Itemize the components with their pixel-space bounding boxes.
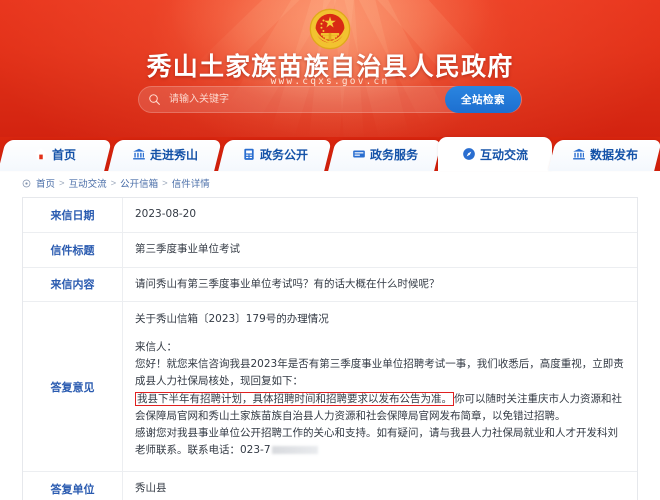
nav-item-4[interactable]: 政务服务 xyxy=(328,137,442,171)
highlighted-text: 我县下半年有招聘计划，具体招聘时间和招聘要求以发布公告为准。 xyxy=(135,392,454,406)
row-label-letter-content: 来信内容 xyxy=(23,267,123,302)
row-label-letter-title: 信件标题 xyxy=(23,232,123,267)
contact-phone-prefix: 023-7 xyxy=(240,444,271,456)
site-search-button[interactable]: 全站检索 xyxy=(445,86,521,113)
nav-item-label: 走进秀山 xyxy=(149,147,198,162)
nav-item-content: 政务公开 xyxy=(242,146,308,163)
breadcrumb-item-1[interactable]: 首页 xyxy=(36,176,55,190)
row-value-letter-content: 请问秀山有第三季度事业单位考试吗？有的话大概在什么时候呢？ xyxy=(135,277,440,290)
breadcrumb: 首页 > 互动交流 > 公开信箱 > 信件详情 xyxy=(22,176,210,190)
table-row: 来信日期 2023-08-20 xyxy=(23,198,637,233)
reply-closing: 感谢您对我县事业单位公开招聘工作的关心和支持。如有疑问，请与我县人力社保局就业和… xyxy=(135,425,625,459)
row-label-reply-opinion: 答复意见 xyxy=(23,302,123,471)
nav-item-6[interactable]: 数据发布 xyxy=(548,137,660,171)
reply-highlighted-paragraph: 我县下半年有招聘计划，具体招聘时间和招聘要求以发布公告为准。 你可以随时关注重庆市… xyxy=(135,391,625,425)
page-root: 秀山土家族苗族自治县人民政府 www.cqxs.gov.cn 全站检索 首页 走进… xyxy=(0,0,660,500)
table-row: 信件标题 第三季度事业单位考试 xyxy=(23,232,637,268)
nav-item-label: 政务服务 xyxy=(369,147,418,162)
search-input[interactable] xyxy=(169,87,445,112)
china-national-emblem-icon xyxy=(309,8,351,50)
nav-item-3[interactable]: 政务公开 xyxy=(218,137,332,171)
nav-item-label: 政务公开 xyxy=(259,147,308,162)
nav-item-content: 互动交流 xyxy=(462,146,528,163)
table-row-reply: 答复意见 关于秀山信箱〔2023〕179号的办理情况 来信人： 您好！就您来信咨… xyxy=(23,302,637,472)
compass-icon xyxy=(462,147,476,161)
nav-item-label: 数据发布 xyxy=(589,147,638,162)
row-value-reply-opinion: 关于秀山信箱〔2023〕179号的办理情况 来信人： 您好！就您来信咨询我县20… xyxy=(123,302,637,471)
nav-item-label: 互动交流 xyxy=(479,147,528,162)
service-window-icon xyxy=(352,147,366,161)
bank-icon xyxy=(132,147,146,161)
search-bar[interactable]: 全站检索 xyxy=(138,86,522,113)
nav-item-content: 数据发布 xyxy=(572,146,638,163)
row-value-letter-title: 第三季度事业单位考试 xyxy=(135,242,240,255)
nav-item-1[interactable]: 首页 xyxy=(0,137,112,171)
nav-item-content: 首页 xyxy=(34,146,76,163)
row-label-letter-date: 来信日期 xyxy=(23,198,123,232)
row-label-reply-unit: 答复单位 xyxy=(23,472,123,500)
main-navigation: 首页 走进秀山 政务公开 政务服务 互动交流 数据发布 xyxy=(0,137,660,171)
table-row: 来信内容 请问秀山有第三季度事业单位考试吗？有的话大概在什么时候呢？ xyxy=(23,267,637,303)
site-header-banner: 秀山土家族苗族自治县人民政府 www.cqxs.gov.cn 全站检索 xyxy=(0,0,660,137)
breadcrumb-item-4: 信件详情 xyxy=(171,179,210,190)
row-value-letter-date: 2023-08-20 xyxy=(135,208,197,220)
location-icon xyxy=(22,179,31,188)
breadcrumb-item-3[interactable]: 公开信箱 xyxy=(120,176,158,190)
nav-item-content: 政务服务 xyxy=(352,146,418,163)
search-icon xyxy=(139,93,169,106)
breadcrumb-separator: > xyxy=(162,177,168,189)
home-icon xyxy=(34,147,48,161)
breadcrumb-separator: > xyxy=(110,177,117,189)
letter-detail-table: 来信日期 2023-08-20 信件标题 第三季度事业单位考试 来信内容 请问秀… xyxy=(22,197,638,500)
reply-body: 您好！就您来信咨询我县2023年是否有第三季度事业单位招聘考试一事，我们收悉后，… xyxy=(135,358,624,387)
breadcrumb-item-2[interactable]: 互动交流 xyxy=(69,176,107,190)
nav-item-content: 走进秀山 xyxy=(132,146,198,163)
nav-item-2[interactable]: 走进秀山 xyxy=(108,137,222,171)
row-value-reply-unit: 秀山县 xyxy=(135,482,167,494)
table-row: 答复单位 秀山县 xyxy=(23,472,637,500)
breadcrumb-separator: > xyxy=(59,177,65,189)
reply-greeting: 来信人： xyxy=(135,341,177,353)
redacted-phone-number xyxy=(271,446,318,454)
clipboard-icon xyxy=(242,147,256,161)
reply-doc-title: 关于秀山信箱〔2023〕179号的办理情况 xyxy=(135,313,329,326)
nav-item-label: 首页 xyxy=(51,147,76,162)
bank-icon xyxy=(572,147,586,161)
reply-closing-text: 感谢您对我县事业单位公开招聘工作的关心和支持。如有疑问，请与我县人力社保局就业和… xyxy=(135,427,618,456)
nav-item-5[interactable]: 互动交流 xyxy=(438,137,552,171)
